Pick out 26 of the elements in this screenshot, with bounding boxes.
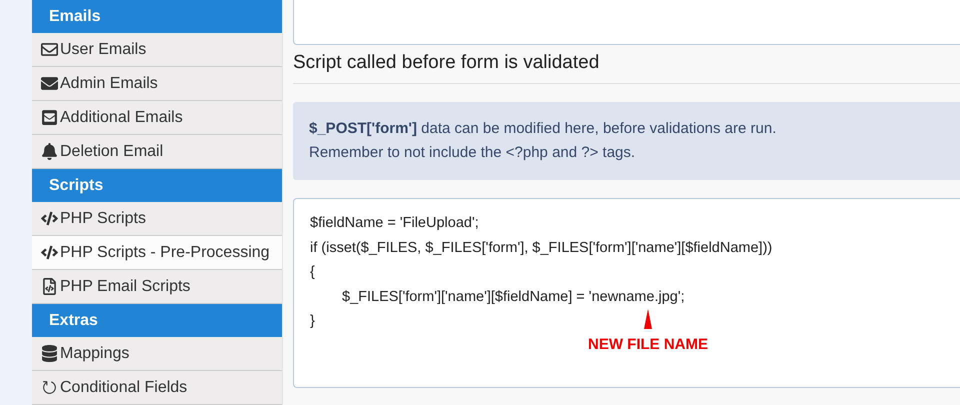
sidebar-item[interactable]: PHP Scripts <box>32 202 282 236</box>
sidebar-item[interactable]: Deletion Email <box>32 135 282 169</box>
code-line: $fieldName = 'FileUpload'; <box>310 214 479 233</box>
info-text: Remember to not include the <?php and ?> tags. <box>309 143 636 163</box>
code-line: } <box>310 312 315 331</box>
arrow-icon <box>644 309 652 329</box>
section-header: Scripts <box>32 169 282 202</box>
section-heading: Script called before form is validated <box>293 45 960 84</box>
sidebar-item[interactable]: PHP Scripts - Pre-Processing <box>32 236 282 270</box>
code-editor[interactable]: $fieldName = 'FileUpload'; if (isset($_FILES, $_FILES['form'], $_FILES['form']['name'][$fieldName])) { $_FILES['form']['name'][$fieldName] = 'newname.jpg'; } NEW FILE NAME <box>293 198 960 388</box>
code-line: if (isset($_FILES, $_FILES['form'], $_FILES['form']['name'][$fieldName])) <box>310 238 772 258</box>
sidebar-item[interactable]: Mappings <box>32 337 282 371</box>
info-text: $_POST['form'] data can be modified here, before validations are run. <box>309 119 776 139</box>
section-header: Extras <box>32 304 282 337</box>
sidebar-item[interactable]: PHP Email Scripts <box>32 270 282 304</box>
sidebar-item[interactable]: Admin Emails <box>32 67 282 101</box>
annotation-text: NEW FILE NAME <box>588 336 708 353</box>
database-icon <box>39 344 59 364</box>
sidebar-item[interactable]: Additional Emails <box>32 101 282 135</box>
section-header: Emails <box>32 0 282 33</box>
code-line: { <box>310 263 315 282</box>
sidebar-item[interactable]: User Emails <box>32 33 282 67</box>
bell-icon <box>39 142 59 162</box>
sidebar-item[interactable]: Conditional Fields <box>32 371 282 405</box>
code-line: $_FILES['form']['name'][$fieldName] = 'newname.jpg'; <box>341 288 685 306</box>
envelope-icon <box>39 108 59 128</box>
